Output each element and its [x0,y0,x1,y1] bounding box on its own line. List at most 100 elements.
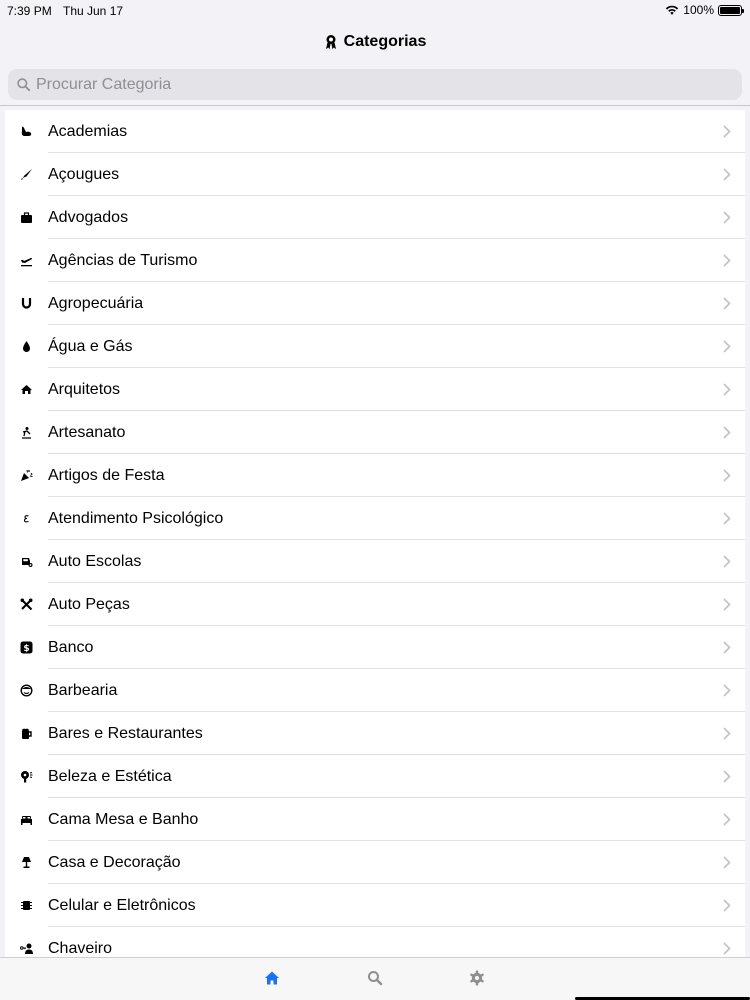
status-time: 7:39 PM [7,4,52,18]
category-row-agropecuaria[interactable]: Agropecuária [5,282,745,325]
chevron-right-icon [723,340,731,353]
chevron-right-icon [723,469,731,482]
chevron-right-icon [723,254,731,267]
pottery-icon [20,426,33,439]
tab-search[interactable] [367,970,383,986]
briefcase-icon [20,211,33,224]
wrench-screwdriver-icon [20,598,33,611]
dollar-square-icon: $ [20,641,33,654]
drop-icon [20,340,33,353]
tab-bar [0,957,750,1000]
category-label: Barbearia [48,681,118,699]
chevron-right-icon [723,512,731,525]
category-label: Bares e Restaurantes [48,724,203,742]
category-row-artigos-de-festa[interactable]: Artigos de Festa [5,454,745,497]
page-title: Categorias [343,33,427,50]
category-label: Agências de Turismo [48,251,198,269]
bed-icon [20,813,33,826]
house-tools-icon [20,383,33,396]
category-label: Artigos de Festa [48,466,165,484]
category-row-acougues[interactable]: Açougues [5,153,745,196]
search-bar[interactable] [8,69,742,100]
face-icon [20,684,33,697]
horseshoe-icon [20,297,33,310]
chevron-right-icon [723,125,731,138]
chevron-right-icon [723,297,731,310]
category-label: Auto Escolas [48,552,142,570]
category-label: Beleza e Estética [48,767,172,785]
hair-dryer-icon [20,770,33,783]
chevron-right-icon [723,684,731,697]
car-steering-icon [20,555,33,568]
svg-text:$: $ [23,644,29,654]
category-row-beleza-e-estetica[interactable]: Beleza e Estética [5,755,745,798]
category-row-chaveiro[interactable]: Chaveiro [5,927,745,957]
category-list[interactable]: Academias Açougues Advogados Agências de… [5,110,745,957]
home-icon [265,971,279,985]
chevron-right-icon [723,899,731,912]
battery-percentage: 100% [683,3,714,17]
search-icon [17,78,30,91]
category-row-academias[interactable]: Academias [5,110,745,153]
category-row-advogados[interactable]: Advogados [5,196,745,239]
category-row-barbearia[interactable]: Barbearia [5,669,745,712]
category-row-agencias-de-turismo[interactable]: Agências de Turismo [5,239,745,282]
category-row-banco[interactable]: $ Banco [5,626,745,669]
chevron-right-icon [723,942,731,955]
chevron-right-icon [723,211,731,224]
lamp-icon [20,856,33,869]
category-row-bares-e-restaurantes[interactable]: Bares e Restaurantes [5,712,745,755]
key-person-icon [20,942,33,955]
category-label: Artesanato [48,423,126,441]
category-row-agua-e-gas[interactable]: Água e Gás [5,325,745,368]
category-row-auto-escolas[interactable]: Auto Escolas [5,540,745,583]
battery-icon [718,4,744,16]
category-label: Atendimento Psicológico [48,509,224,527]
category-label: Cama Mesa e Banho [48,810,199,828]
tab-home[interactable] [264,970,280,986]
chip-icon [20,899,33,912]
category-label: Academias [48,122,128,140]
dumbbell-icon [20,125,33,138]
category-row-casa-e-decoracao[interactable]: Casa e Decoração [5,841,745,884]
category-label: Celular e Eletrônicos [48,896,196,914]
knife-icon [20,168,33,181]
chevron-right-icon [723,383,731,396]
status-bar: 7:39 PM Thu Jun 17 100% [0,0,750,22]
category-label: Água e Gás [48,337,133,355]
chevron-right-icon [723,555,731,568]
status-right: 100% [665,3,744,17]
chevron-right-icon [723,770,731,783]
category-row-celular-e-eletronicos[interactable]: Celular e Eletrônicos [5,884,745,927]
search-input[interactable] [36,70,726,99]
chevron-right-icon [723,598,731,611]
nav-header: Categorias [0,30,750,54]
category-label: Arquitetos [48,380,121,398]
wifi-icon [666,5,679,15]
psi-icon [20,512,33,525]
header-divider [0,105,750,106]
party-popper-icon [20,469,33,482]
chevron-right-icon [723,813,731,826]
category-label: Banco [48,638,94,656]
tab-settings[interactable] [469,970,485,986]
category-row-auto-pecas[interactable]: Auto Peças [5,583,745,626]
category-label: Casa e Decoração [48,853,181,871]
category-row-artesanato[interactable]: Artesanato [5,411,745,454]
category-label: Auto Peças [48,595,130,613]
category-row-atendimento-psicologico[interactable]: Atendimento Psicológico [5,497,745,540]
chevron-right-icon [723,426,731,439]
category-row-arquitetos[interactable]: Arquitetos [5,368,745,411]
beer-mug-icon [20,727,33,740]
category-label: Açougues [48,165,120,183]
chevron-right-icon [723,641,731,654]
category-row-cama-mesa-e-banho[interactable]: Cama Mesa e Banho [5,798,745,841]
status-date: Thu Jun 17 [63,4,124,18]
plane-departure-icon [20,254,33,267]
chevron-right-icon [723,856,731,869]
category-label: Agropecuária [48,294,144,312]
category-label: Advogados [48,208,129,226]
gear-icon [470,970,484,986]
chevron-right-icon [723,168,731,181]
search-icon [368,971,383,986]
